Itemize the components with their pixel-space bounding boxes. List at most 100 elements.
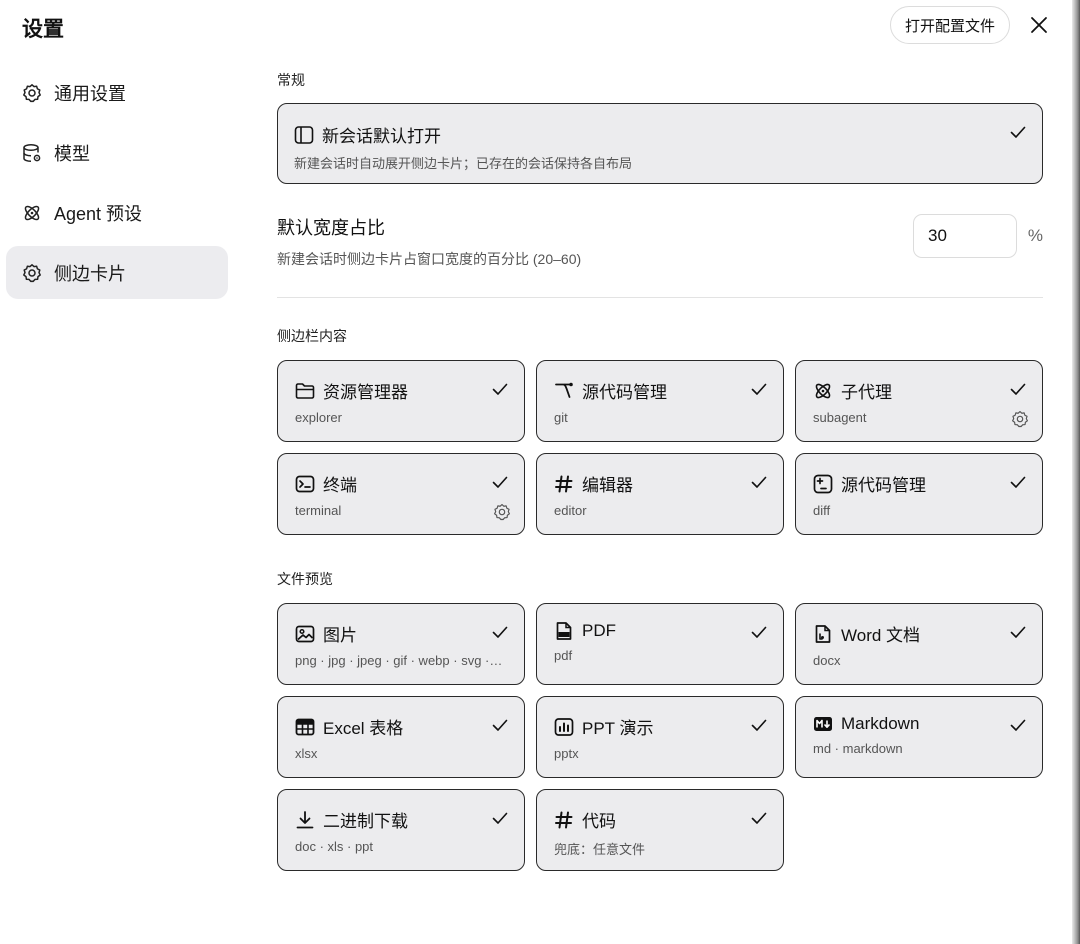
card-pdf[interactable]: PDF pdf: [536, 603, 784, 685]
word-file-icon: [813, 624, 833, 644]
file-preview-grid: 图片 png · jpg · jpeg · gif · webp · svg ·…: [277, 603, 1043, 871]
download-icon: [295, 810, 315, 830]
hash-icon: [554, 474, 574, 494]
card-subtitle: subagent: [813, 410, 867, 425]
image-icon: [295, 624, 315, 644]
markdown-icon: [813, 714, 833, 734]
card-title: PDF: [582, 621, 616, 640]
card-subtitle: pdf: [554, 648, 573, 663]
default-width-setting: 默认宽度占比 新建会话时侧边卡片占窗口宽度的百分比 (20–60) %: [277, 214, 1043, 298]
card-subtitle: pptx: [554, 746, 579, 761]
card-subagent[interactable]: 子代理 subagent: [795, 360, 1043, 442]
pdf-file-icon: [554, 621, 574, 641]
card-title: Excel 表格: [323, 719, 404, 738]
card-diff[interactable]: 源代码管理 diff: [795, 453, 1043, 535]
sidebar-item-label: Agent 预设: [54, 203, 143, 224]
atom-icon: [22, 203, 42, 223]
section-title-file-preview: 文件预览: [277, 571, 333, 587]
table-icon: [295, 717, 315, 737]
card-title: 子代理: [841, 383, 892, 402]
card-code[interactable]: 代码 兜底：任意文件: [536, 789, 784, 871]
card-subtitle: git: [554, 410, 568, 425]
hash-icon: [554, 810, 574, 830]
card-title: 新会话默认打开: [322, 127, 441, 146]
card-excel[interactable]: Excel 表格 xlsx: [277, 696, 525, 778]
folder-icon: [295, 381, 315, 401]
card-title: PPT 演示: [582, 719, 654, 738]
card-title: Word 文档: [841, 626, 921, 645]
card-settings-gear-icon[interactable]: [1010, 409, 1030, 429]
card-subtitle: terminal: [295, 503, 342, 518]
card-title: 资源管理器: [323, 383, 408, 402]
check-icon: [749, 472, 769, 492]
check-icon: [490, 379, 510, 399]
card-subtitle: diff: [813, 503, 831, 518]
check-icon: [1008, 622, 1028, 642]
card-settings-gear-icon[interactable]: [492, 502, 512, 522]
card-image[interactable]: 图片 png · jpg · jpeg · gif · webp · svg ·…: [277, 603, 525, 685]
default-width-input[interactable]: [913, 214, 1017, 258]
card-ppt[interactable]: PPT 演示 pptx: [536, 696, 784, 778]
percent-unit: %: [1027, 226, 1043, 245]
page-title: 设置: [22, 18, 64, 41]
card-title: Markdown: [841, 714, 920, 733]
open-config-button[interactable]: 打开配置文件: [889, 6, 1010, 44]
check-icon: [749, 379, 769, 399]
check-icon: [490, 622, 510, 642]
check-icon: [749, 715, 769, 735]
check-icon: [1008, 715, 1028, 735]
card-description: 新建会话时自动展开侧边卡片；已存在的会话保持各自布局: [294, 156, 633, 171]
card-title: 编辑器: [582, 476, 633, 495]
card-word[interactable]: Word 文档 docx: [795, 603, 1043, 685]
card-markdown[interactable]: Markdown md · markdown: [795, 696, 1043, 778]
close-icon[interactable]: [1026, 12, 1052, 38]
terminal-icon: [295, 474, 315, 494]
sidebar-item-general[interactable]: 通用设置: [6, 66, 228, 119]
new-session-open-toggle[interactable]: 新会话默认打开 新建会话时自动展开侧边卡片；已存在的会话保持各自布局: [277, 103, 1043, 184]
settings-sidebar: 通用设置 模型 Agent 预设 侧边卡片: [6, 66, 228, 306]
check-icon: [1008, 122, 1028, 142]
card-git[interactable]: 源代码管理 git: [536, 360, 784, 442]
sidebar-item-agent-presets[interactable]: Agent 预设: [6, 186, 228, 239]
check-icon: [749, 808, 769, 828]
database-gear-icon: [22, 143, 42, 163]
sidebar-panel-icon: [294, 125, 314, 145]
section-title-general: 常规: [277, 72, 305, 88]
presentation-chart-icon: [554, 717, 574, 737]
check-icon: [1008, 379, 1028, 399]
sidebar-item-side-cards[interactable]: 侧边卡片: [6, 246, 228, 299]
sidebar-item-label: 通用设置: [54, 83, 126, 104]
card-explorer[interactable]: 资源管理器 explorer: [277, 360, 525, 442]
settings-main: 常规 新会话默认打开 新建会话时自动展开侧边卡片；已存在的会话保持各自布局 默认…: [277, 70, 1043, 871]
check-icon: [1008, 472, 1028, 492]
atom-icon: [813, 381, 833, 401]
header-actions: 打开配置文件: [889, 6, 1052, 44]
sidebar-item-models[interactable]: 模型: [6, 126, 228, 179]
gear-icon: [22, 83, 42, 103]
card-subtitle: png · jpg · jpeg · gif · webp · svg · bm…: [295, 653, 505, 668]
card-terminal[interactable]: 终端 terminal: [277, 453, 525, 535]
diff-icon: [813, 474, 833, 494]
card-subtitle: editor: [554, 503, 587, 518]
card-title: 代码: [582, 812, 616, 831]
sidebar-item-label: 侧边卡片: [54, 263, 126, 284]
git-branch-icon: [554, 381, 574, 401]
card-subtitle: explorer: [295, 410, 342, 425]
sidebar-content-grid: 资源管理器 explorer 源代码管理 git 子代理 subagent 终端…: [277, 360, 1043, 535]
check-icon: [490, 715, 510, 735]
card-title: 源代码管理: [841, 476, 926, 495]
card-subtitle: doc · xls · ppt: [295, 839, 374, 854]
check-icon: [490, 472, 510, 492]
card-subtitle: 兜底：任意文件: [554, 842, 646, 857]
card-binary-download[interactable]: 二进制下载 doc · xls · ppt: [277, 789, 525, 871]
gear-icon: [22, 263, 42, 283]
window-edge: [1072, 0, 1080, 944]
sidebar-item-label: 模型: [54, 143, 90, 164]
card-title: 图片: [323, 626, 357, 645]
card-subtitle: xlsx: [295, 746, 318, 761]
card-subtitle: md · markdown: [813, 741, 903, 756]
card-subtitle: docx: [813, 653, 841, 668]
card-editor[interactable]: 编辑器 editor: [536, 453, 784, 535]
card-title: 终端: [323, 476, 357, 495]
card-title: 源代码管理: [582, 383, 667, 402]
